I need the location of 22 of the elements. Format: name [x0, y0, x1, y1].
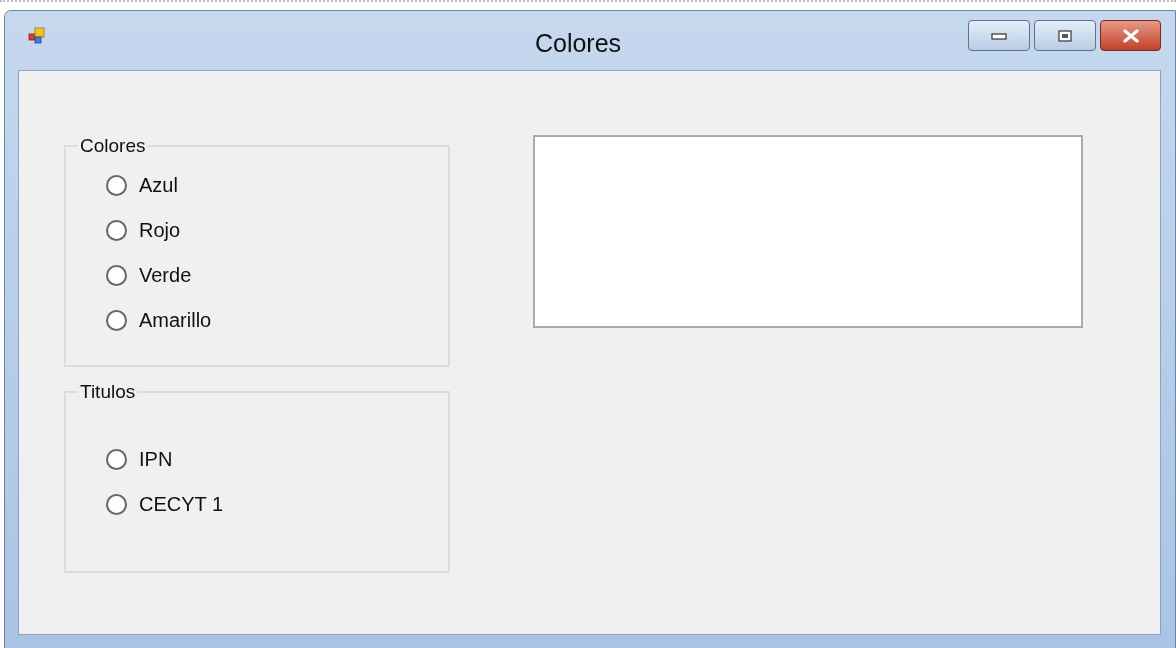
radio-button[interactable] — [106, 220, 127, 241]
minimize-button[interactable] — [968, 20, 1030, 51]
radio-option[interactable]: Amarillo — [106, 306, 212, 335]
maximize-button[interactable] — [1034, 20, 1096, 51]
radio-option[interactable]: CECYT 1 — [106, 490, 224, 519]
radio-option[interactable]: IPN — [106, 445, 173, 474]
group-title: Titulos — [79, 381, 137, 403]
radio-button[interactable] — [106, 449, 127, 470]
maximize-icon — [1057, 28, 1073, 43]
minimize-icon — [991, 31, 1007, 40]
close-button[interactable] — [1100, 20, 1161, 51]
close-icon — [1121, 28, 1140, 43]
radio-button[interactable] — [106, 175, 127, 196]
group-title: Colores — [79, 135, 147, 157]
radio-option[interactable]: Verde — [106, 261, 192, 290]
radio-button[interactable] — [106, 494, 127, 515]
radio-option[interactable]: Azul — [106, 171, 178, 200]
app-icon — [28, 26, 46, 45]
radio-button[interactable] — [106, 310, 127, 331]
radio-button[interactable] — [106, 265, 127, 286]
radio-option[interactable]: Rojo — [106, 216, 181, 245]
window-title: Colores — [533, 29, 623, 58]
